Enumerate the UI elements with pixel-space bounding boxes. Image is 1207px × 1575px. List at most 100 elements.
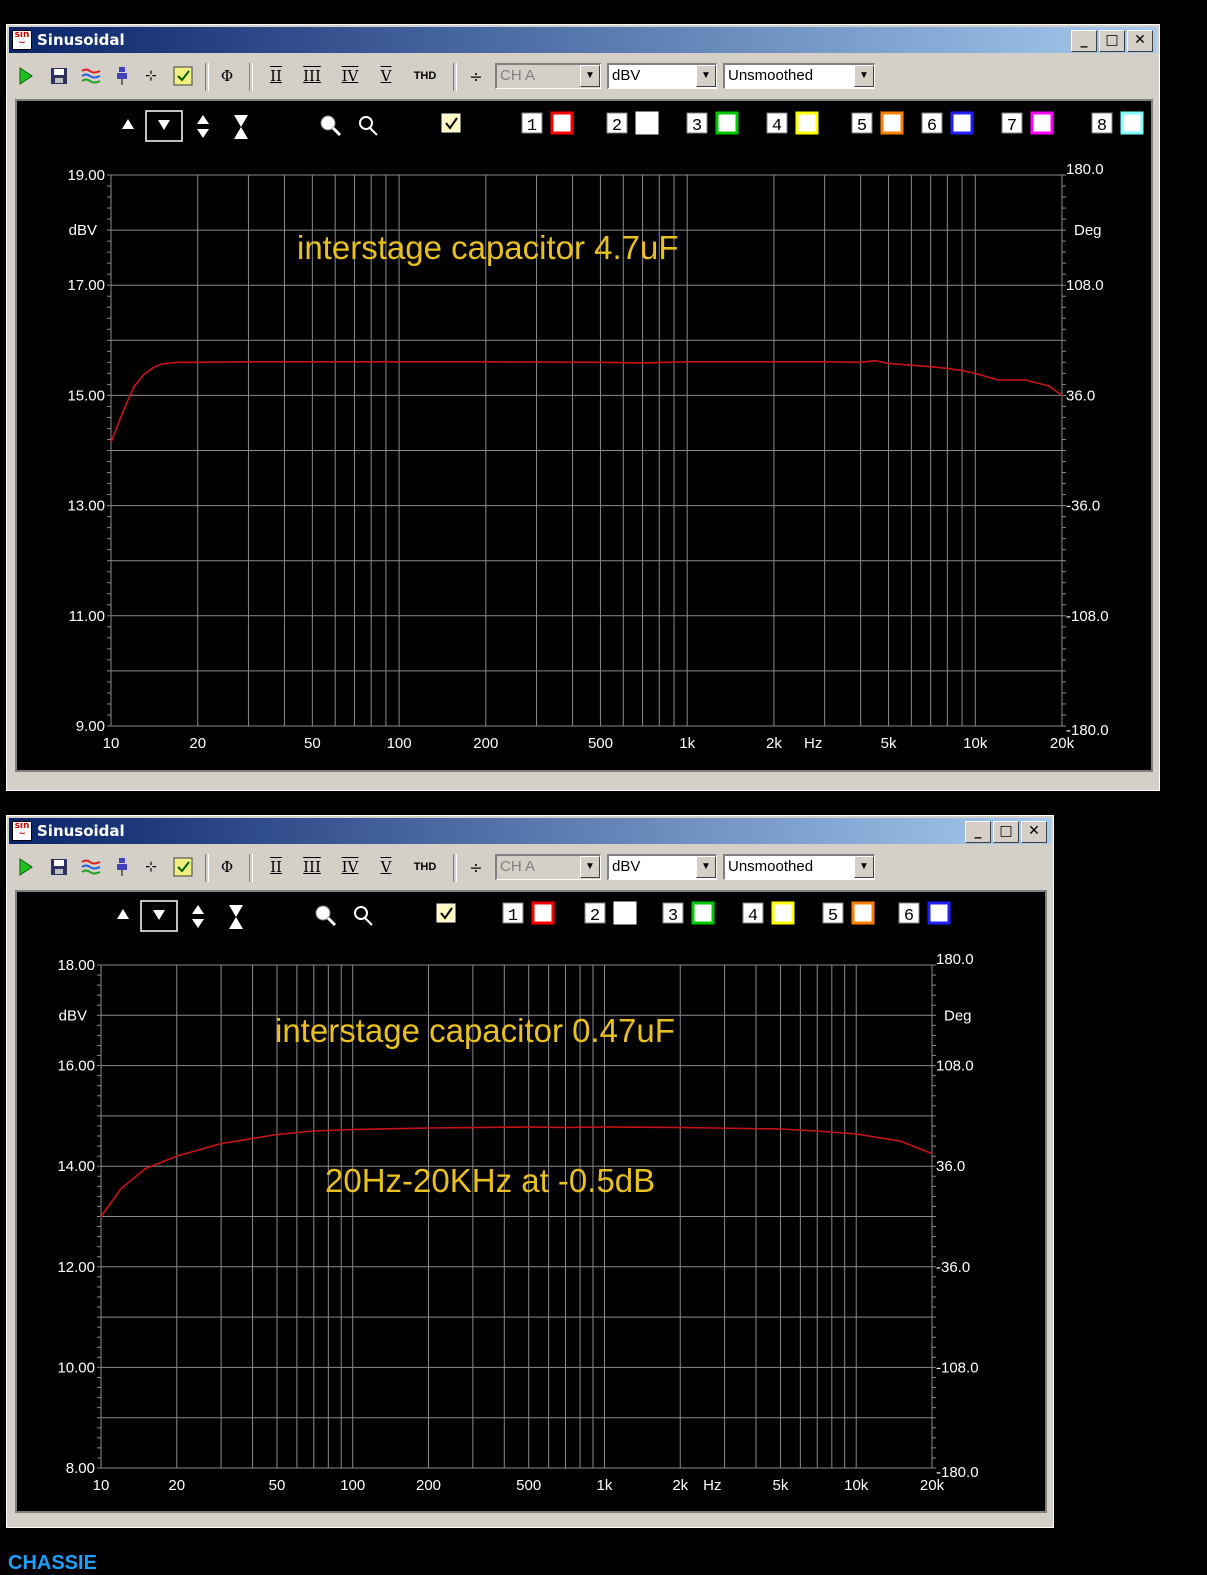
- x-unit-label: Hz: [804, 735, 822, 752]
- harmonic-2-button[interactable]: II: [263, 65, 289, 87]
- y2-tick-label: 180.0: [1066, 161, 1104, 178]
- data-point: [427, 1127, 430, 1129]
- maximize-button[interactable]: □: [1099, 30, 1125, 52]
- overlay-label-2: 2: [612, 117, 622, 136]
- minimize-button[interactable]: _: [1071, 30, 1097, 52]
- overlay-checkbox-3: [715, 111, 739, 135]
- overlay-checkbox-5: [880, 111, 904, 135]
- y-tick-label: 11.00: [69, 608, 105, 625]
- play-icon[interactable]: [15, 856, 37, 878]
- unit-select[interactable]: dBV ▼: [607, 63, 717, 89]
- chevron-down-icon[interactable]: ▼: [580, 856, 600, 878]
- harmonic-2-button[interactable]: II: [263, 856, 289, 878]
- generator-icon[interactable]: ⊹: [139, 65, 163, 87]
- data-point: [398, 360, 400, 363]
- data-point: [887, 362, 890, 365]
- up-arrow-icon: [117, 909, 129, 919]
- data-point: [816, 1130, 819, 1132]
- data-point: [1061, 394, 1063, 397]
- chevron-down-icon[interactable]: ▼: [854, 856, 874, 878]
- overlay-checkbox-6: [927, 901, 951, 925]
- data-point: [929, 365, 932, 368]
- harmonic-3-button[interactable]: III: [297, 856, 327, 878]
- generator-icon[interactable]: ⊹: [139, 856, 163, 878]
- x-tick-label: 100: [340, 1477, 365, 1494]
- data-point: [144, 1167, 147, 1170]
- probe-icon[interactable]: [111, 65, 133, 87]
- y-tick-label: 13.00: [67, 498, 105, 515]
- x-tick-label: 200: [416, 1477, 441, 1494]
- title-bar[interactable]: sin ~ Sinusoidal _ □ ✕: [9, 818, 1051, 844]
- minimize-button[interactable]: _: [965, 821, 991, 843]
- smoothing-select[interactable]: Unsmoothed ▼: [723, 63, 875, 89]
- data-point: [599, 361, 602, 364]
- thd-button[interactable]: THD: [405, 856, 445, 878]
- divider-icon[interactable]: ÷: [463, 856, 489, 878]
- overlay-label-1: 1: [527, 117, 537, 136]
- x-tick-label: 100: [387, 735, 412, 752]
- plot-area[interactable]: 1 2 3 4 5 6 7 8 19.00 17.00 15.00 13.00 11.00 9.00 dBV…: [15, 99, 1153, 772]
- plot-area[interactable]: 1 2 3 4 5 6 18.00 16.00 14.00 12.00 10.00 8.00 dBV De…: [15, 890, 1047, 1513]
- save-icon[interactable]: [47, 856, 71, 878]
- compress-icon: [234, 115, 248, 127]
- y-axis-label: dBV: [59, 1007, 87, 1024]
- toolbar: ⊹ Φ II III IV V THD ÷ CH A ▼ dBV ▼ Unsmoot…: [11, 850, 1049, 886]
- data-point: [679, 1126, 682, 1129]
- chevron-down-icon[interactable]: ▼: [854, 65, 874, 87]
- checklist-icon[interactable]: [171, 856, 195, 878]
- y-tick-label: 16.00: [57, 1058, 95, 1075]
- title-bar[interactable]: sin ~ Sinusoidal _ □ ✕: [9, 27, 1157, 53]
- harmonic-5-button[interactable]: V: [373, 856, 399, 878]
- chart-annotation: interstage capacitor 4.7uF: [297, 229, 679, 266]
- expand-icon: [192, 919, 204, 928]
- x-tick-label: 5k: [881, 735, 897, 752]
- harmonic-4-button[interactable]: IV: [335, 856, 365, 878]
- unit-select[interactable]: dBV ▼: [607, 854, 717, 880]
- data-point: [351, 1128, 354, 1131]
- channel-select[interactable]: CH A ▼: [495, 63, 601, 89]
- data-point: [1048, 385, 1050, 387]
- data-point: [110, 441, 112, 444]
- data-point: [143, 373, 145, 376]
- x-tick-label: 2k: [672, 1477, 688, 1494]
- x-tick-label: 1k: [597, 1477, 613, 1494]
- checklist-icon[interactable]: [171, 65, 195, 87]
- overlay-checkbox-2: [613, 901, 637, 925]
- chevron-down-icon[interactable]: ▼: [696, 65, 716, 87]
- data-point: [312, 1130, 315, 1132]
- play-icon[interactable]: [15, 65, 37, 87]
- x-tick-label: 10: [103, 735, 120, 752]
- chevron-down-icon[interactable]: ▼: [696, 856, 716, 878]
- overlay-checkbox-1: [550, 111, 574, 135]
- expand-icon: [192, 905, 204, 914]
- data-point: [196, 361, 199, 364]
- channel-select[interactable]: CH A ▼: [495, 854, 601, 880]
- overlay-label-7: 7: [1007, 117, 1017, 136]
- close-button[interactable]: ✕: [1127, 30, 1153, 52]
- spectrum-icon[interactable]: [79, 856, 103, 878]
- phase-button[interactable]: Φ: [215, 856, 239, 878]
- chevron-down-icon[interactable]: ▼: [580, 65, 600, 87]
- close-button[interactable]: ✕: [1021, 821, 1047, 843]
- y2-tick-label: 36.0: [936, 1158, 965, 1175]
- data-point: [874, 359, 877, 362]
- thd-button[interactable]: THD: [405, 65, 445, 87]
- harmonic-3-button[interactable]: III: [297, 65, 327, 87]
- spectrum-icon[interactable]: [79, 65, 103, 87]
- y-tick-label: 14.00: [57, 1158, 95, 1175]
- maximize-button[interactable]: □: [993, 821, 1019, 843]
- x-tick-label: 20k: [920, 1477, 945, 1494]
- data-point: [773, 360, 775, 363]
- overlay-checkbox-4: [771, 901, 795, 925]
- probe-icon[interactable]: [111, 856, 133, 878]
- divider-icon[interactable]: ÷: [463, 65, 489, 87]
- harmonic-4-button[interactable]: IV: [335, 65, 365, 87]
- x-tick-label: 200: [473, 735, 498, 752]
- save-icon[interactable]: [47, 65, 71, 87]
- frequency-response-chart: 1 2 3 4 5 6 18.00 16.00 14.00 12.00 10.00 8.00 dBV De…: [57, 900, 979, 1494]
- smoothing-select[interactable]: Unsmoothed ▼: [723, 854, 875, 880]
- x-tick-label: 20k: [1050, 735, 1075, 752]
- response-trace: [110, 359, 1063, 443]
- phase-button[interactable]: Φ: [215, 65, 239, 87]
- harmonic-5-button[interactable]: V: [373, 65, 399, 87]
